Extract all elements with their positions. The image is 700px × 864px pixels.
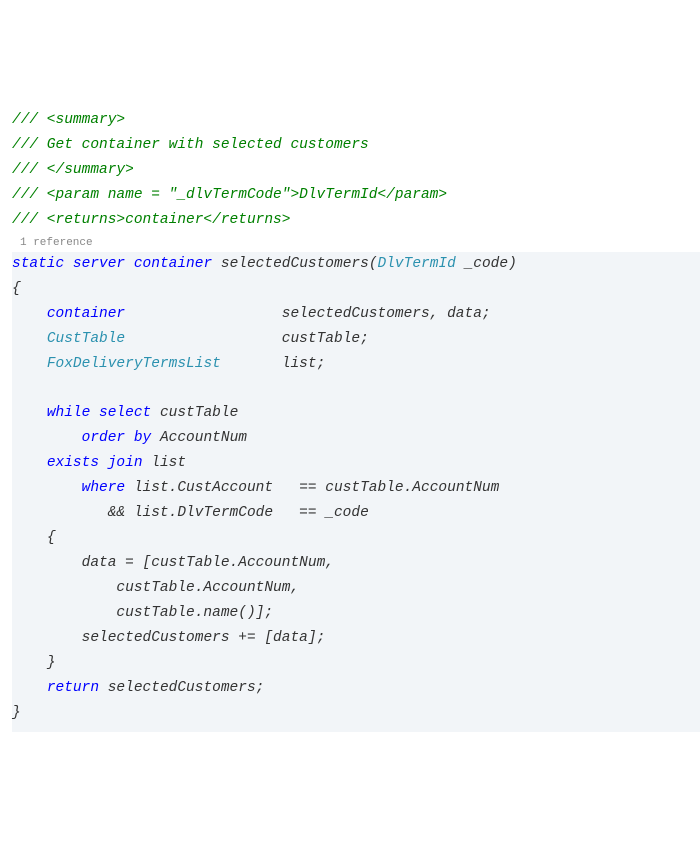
where-expr: _code (325, 505, 369, 521)
method-name: selectedCustomers (221, 256, 369, 272)
assignment: custTable.name()]; (116, 605, 273, 621)
doc-comment-line: /// <summary> (12, 112, 125, 128)
keyword-while: while (47, 405, 91, 421)
doc-comment-line: /// </summary> (12, 162, 134, 178)
where-expr: list.DlvTermCode (134, 505, 273, 521)
brace: } (12, 705, 21, 721)
assignment: data = [custTable.AccountNum, (82, 555, 334, 571)
operator: == (299, 480, 316, 496)
var-decl: list; (282, 356, 326, 372)
keyword-exists: exists (47, 455, 99, 471)
keyword-container: container (134, 256, 212, 272)
method-body[interactable]: static server container selectedCustomer… (12, 252, 700, 732)
reference-count[interactable]: 1 reference (12, 232, 700, 251)
keyword-return: return (47, 680, 99, 696)
select-var: custTable (160, 405, 238, 421)
keyword-by: by (134, 430, 151, 446)
keyword-join: join (108, 455, 143, 471)
brace: { (47, 530, 56, 546)
param-name: _code (465, 256, 509, 272)
type-list: FoxDeliveryTermsList (47, 356, 221, 372)
doc-comment-line: /// <param name = "_dlvTermCode">DlvTerm… (12, 187, 447, 203)
assignment: selectedCustomers += [data]; (82, 630, 326, 646)
keyword-select: select (99, 405, 151, 421)
editor-view: /// <summary> /// Get container with sel… (12, 108, 700, 732)
type-container: container (47, 306, 125, 322)
brace: } (47, 655, 56, 671)
type-custtable: CustTable (47, 331, 125, 347)
var-decl: custTable; (282, 331, 369, 347)
return-var: selectedCustomers; (108, 680, 265, 696)
keyword-static: static (12, 256, 64, 272)
where-expr: custTable.AccountNum (325, 480, 499, 496)
keyword-order: order (82, 430, 126, 446)
where-expr: list.CustAccount (134, 480, 273, 496)
param-type: DlvTermId (378, 256, 456, 272)
var-decl: selectedCustomers, data; (282, 306, 491, 322)
brace: { (12, 281, 21, 297)
keyword-server: server (73, 256, 125, 272)
assignment: custTable.AccountNum, (116, 580, 299, 596)
doc-comment-line: /// <returns>container</returns> (12, 212, 290, 228)
operator-and: && (108, 505, 125, 521)
doc-comment-line: /// Get container with selected customer… (12, 137, 369, 153)
orderby-field: AccountNum (160, 430, 247, 446)
keyword-where: where (82, 480, 126, 496)
empty-line (12, 381, 21, 397)
operator: == (299, 505, 316, 521)
join-var: list (151, 455, 186, 471)
